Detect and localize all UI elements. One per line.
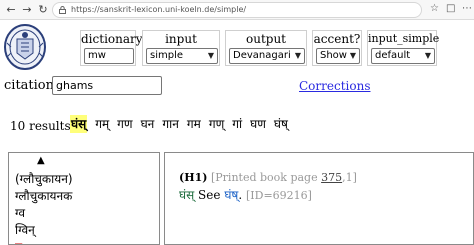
url-text: https://sanskrit-lexicon.uni-koeln.de/si… — [71, 5, 247, 14]
corrections-link[interactable]: Corrections — [299, 78, 370, 94]
entry-id-label: (H1) — [179, 171, 208, 184]
result-item[interactable]: घंष् — [274, 115, 288, 133]
dictionary-label: dictionary — [81, 32, 143, 46]
accent-label: accent? — [313, 32, 361, 46]
accent-group: accent? Show ▼ — [312, 30, 362, 66]
accent-select[interactable]: Show ▼ — [316, 48, 360, 64]
result-item[interactable]: गम् — [95, 115, 109, 133]
triangle-up-icon[interactable]: ▲ — [37, 156, 45, 166]
page-link[interactable]: 375 — [321, 171, 342, 184]
input-simple-select[interactable]: default ▼ — [371, 48, 435, 64]
university-seal-logo — [4, 24, 46, 70]
results-list: घंस् गम् गण घन गान गम गण् गां घण घंष् — [70, 115, 288, 133]
entry-pane: (H1) [Printed book page 375,1] घंस् See … — [164, 152, 474, 245]
printed-page-suffix: ,1] — [342, 171, 357, 184]
headword-list: (ग्लौचुकायन) ग्लौचुकायनक ग्व ग्विन् घ — [15, 171, 73, 244]
refresh-icon[interactable]: ↻ — [36, 3, 50, 17]
chevron-down-icon: ▼ — [207, 51, 214, 60]
input-select-value: simple — [150, 50, 184, 61]
printed-page-prefix: [Printed book page — [210, 171, 318, 184]
result-item[interactable]: गां — [232, 115, 242, 133]
chevron-down-icon: ▼ — [424, 51, 431, 60]
result-item[interactable]: गान — [162, 115, 179, 133]
result-item[interactable]: घण — [250, 115, 266, 133]
extensions-icon[interactable]: □ — [446, 3, 455, 14]
entry-header: (H1) [Printed book page 375,1] — [179, 171, 357, 185]
output-group: output Devanagari ▼ — [225, 30, 307, 66]
results-count: 10 results: — [10, 119, 75, 133]
output-select-value: Devanagari — [233, 50, 291, 61]
more-dots-icon[interactable]: ⋯ — [462, 3, 472, 14]
browser-toolbar: ← → ↻ https://sanskrit-lexicon.uni-koeln… — [0, 0, 474, 20]
list-item[interactable]: घ — [15, 239, 73, 244]
input-select[interactable]: simple ▼ — [146, 48, 218, 64]
result-item[interactable]: गण — [117, 115, 132, 133]
output-label: output — [245, 32, 286, 46]
result-item[interactable]: गण् — [209, 115, 224, 133]
result-item[interactable]: गम — [187, 115, 201, 133]
chevron-down-icon: ▼ — [349, 51, 356, 60]
output-select[interactable]: Devanagari ▼ — [229, 48, 305, 64]
result-item[interactable]: घन — [141, 115, 155, 133]
dictionary-group: dictionary mw — [80, 30, 143, 66]
input-simple-label: input_simple — [368, 32, 440, 45]
input-simple-group: input_simple default ▼ — [367, 30, 440, 66]
see-link[interactable]: घंष् — [224, 188, 238, 202]
arrow-left-icon[interactable]: ← — [4, 3, 18, 17]
citation-label: citation: — [4, 78, 59, 93]
result-item[interactable]: घंस् — [70, 115, 88, 133]
address-bar[interactable]: https://sanskrit-lexicon.uni-koeln.de/si… — [52, 2, 422, 18]
list-item[interactable]: (ग्लौचुकायन) — [15, 171, 73, 188]
list-item[interactable]: ग्लौचुकायनक — [15, 188, 73, 205]
list-item[interactable]: ग्विन् — [15, 222, 73, 239]
citation-input[interactable]: ghams — [52, 76, 162, 95]
accent-select-value: Show — [320, 50, 347, 61]
dictionary-input[interactable]: mw — [84, 48, 134, 64]
headword-list-pane: ▲ (ग्लौचुकायन) ग्लौचुकायनक ग्व ग्विन् घ — [8, 152, 160, 245]
entry-headword: घंस् — [179, 188, 195, 202]
chevron-down-icon: ▼ — [294, 51, 301, 60]
entry-body: घंस् See घंष्. [ID=69216] — [179, 188, 312, 202]
input-label: input — [165, 32, 197, 46]
lock-icon — [59, 6, 66, 14]
star-icon[interactable]: ☆ — [430, 3, 439, 14]
list-item[interactable]: ग्व — [15, 205, 73, 222]
input-group: input simple ▼ — [142, 30, 220, 66]
see-text: See — [198, 188, 221, 202]
arrow-right-icon[interactable]: → — [20, 3, 34, 17]
input-simple-select-value: default — [375, 50, 411, 61]
entry-id-text: [ID=69216] — [245, 189, 312, 202]
